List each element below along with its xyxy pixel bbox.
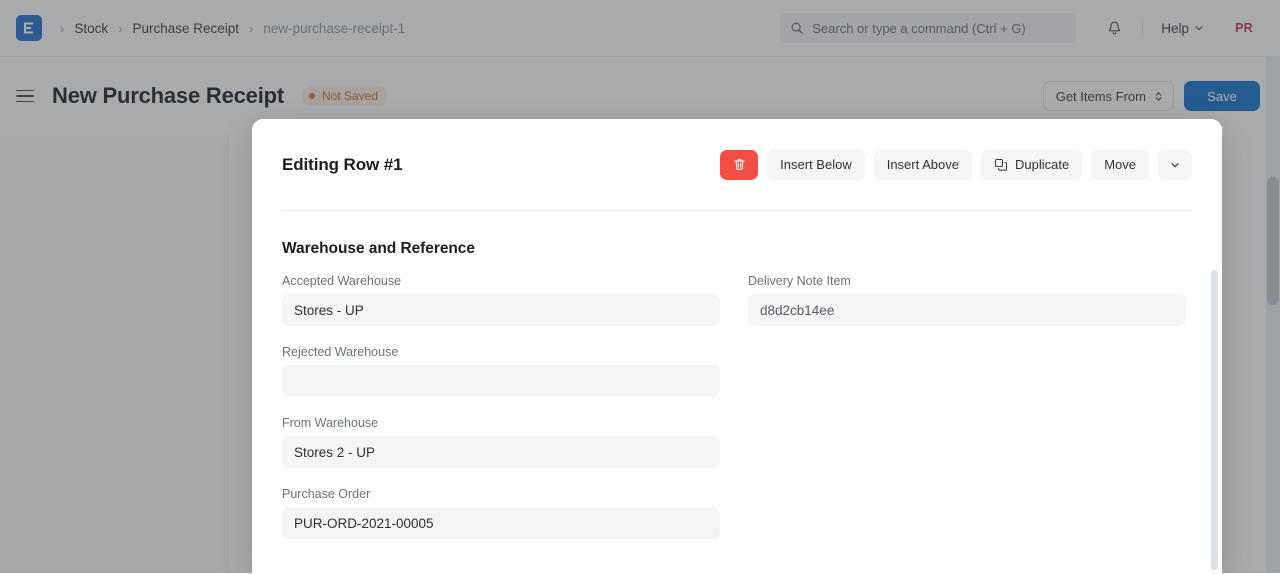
delivery-note-item-input[interactable]: d8d2cb14ee	[748, 294, 1186, 326]
purchase-order-input[interactable]: PUR-ORD-2021-00005	[282, 507, 720, 539]
duplicate-label: Duplicate	[1015, 157, 1069, 172]
modal-action-buttons: Insert Below Insert Above Duplicate Move	[720, 150, 1192, 180]
field-from-warehouse: From Warehouse Stores 2 - UP	[282, 416, 720, 468]
trash-icon	[732, 157, 747, 172]
field-accepted-warehouse: Accepted Warehouse Stores - UP	[282, 274, 720, 326]
more-options-button[interactable]	[1158, 150, 1192, 180]
duplicate-icon	[994, 158, 1008, 172]
modal-scrollbar-thumb[interactable]	[1211, 270, 1218, 570]
field-label: Purchase Order	[282, 487, 720, 501]
move-button[interactable]: Move	[1091, 150, 1149, 180]
modal-header: Editing Row #1 Insert Below Insert Above	[252, 119, 1222, 210]
field-label: Accepted Warehouse	[282, 274, 720, 288]
delete-row-button[interactable]	[720, 150, 758, 180]
insert-above-label: Insert Above	[887, 157, 959, 172]
field-purchase-order: Purchase Order PUR-ORD-2021-00005	[282, 487, 720, 539]
fields-column-left: Accepted Warehouse Stores - UP Rejected …	[282, 274, 720, 558]
field-delivery-note-item: Delivery Note Item d8d2cb14ee	[748, 274, 1186, 326]
modal-body: Warehouse and Reference Accepted Warehou…	[252, 210, 1222, 558]
insert-below-label: Insert Below	[780, 157, 852, 172]
field-label: Delivery Note Item	[748, 274, 1186, 288]
fields-column-right: Delivery Note Item d8d2cb14ee	[748, 274, 1186, 558]
field-rejected-warehouse: Rejected Warehouse	[282, 345, 720, 397]
accepted-warehouse-input[interactable]: Stores - UP	[282, 294, 720, 326]
field-label: Rejected Warehouse	[282, 345, 720, 359]
edit-row-modal: Editing Row #1 Insert Below Insert Above	[252, 119, 1222, 574]
field-label: From Warehouse	[282, 416, 720, 430]
rejected-warehouse-input[interactable]	[282, 365, 720, 397]
insert-above-button[interactable]: Insert Above	[874, 150, 972, 180]
modal-title: Editing Row #1	[282, 155, 402, 175]
from-warehouse-input[interactable]: Stores 2 - UP	[282, 436, 720, 468]
insert-below-button[interactable]: Insert Below	[767, 150, 865, 180]
fields-grid: Accepted Warehouse Stores - UP Rejected …	[282, 274, 1192, 558]
section-title: Warehouse and Reference	[282, 240, 1192, 258]
move-label: Move	[1104, 157, 1136, 172]
chevron-down-icon	[1169, 159, 1181, 171]
duplicate-button[interactable]: Duplicate	[981, 150, 1082, 180]
